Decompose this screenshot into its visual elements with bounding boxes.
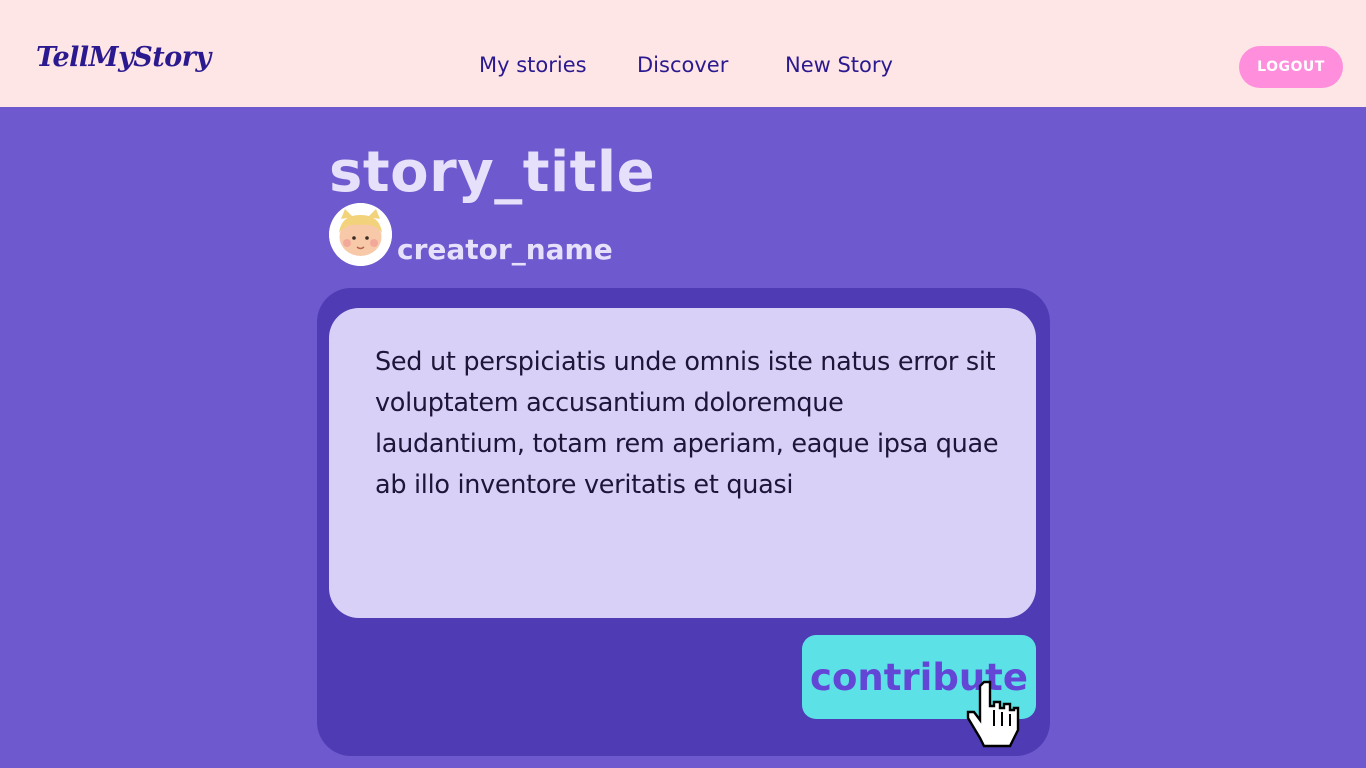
creator-name[interactable]: creator_name — [397, 233, 613, 266]
nav-new-story[interactable]: New Story — [785, 53, 893, 77]
story-card: Sed ut perspiciatis unde omnis iste natu… — [317, 288, 1050, 756]
contribute-button[interactable]: contribute — [802, 635, 1036, 719]
avatar-icon[interactable] — [329, 203, 392, 266]
nav-my-stories[interactable]: My stories — [479, 53, 587, 77]
top-header: TellMyStory My stories Discover New Stor… — [0, 0, 1366, 107]
story-title: story_title — [329, 140, 656, 205]
nav-discover[interactable]: Discover — [637, 53, 728, 77]
logout-button[interactable]: LOGOUT — [1239, 46, 1343, 88]
story-text-panel: Sed ut perspiciatis unde omnis iste natu… — [329, 308, 1036, 618]
story-text: Sed ut perspiciatis unde omnis iste natu… — [375, 347, 999, 500]
logo[interactable]: TellMyStory — [36, 42, 211, 73]
